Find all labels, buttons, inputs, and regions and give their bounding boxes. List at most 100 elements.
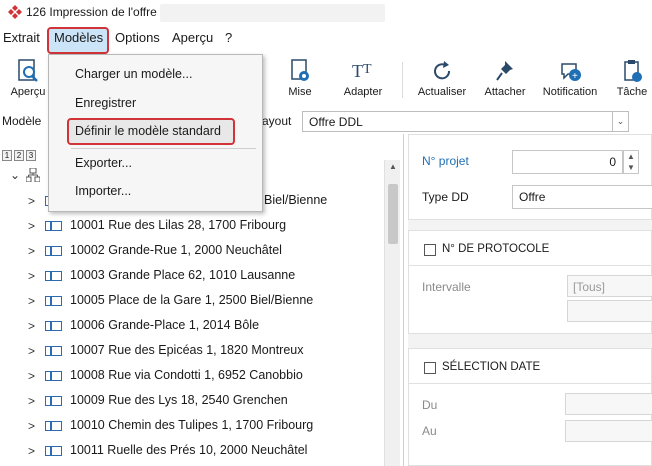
- type-select[interactable]: Offre: [512, 185, 652, 209]
- toolbar-page-setup-label: Mise: [288, 86, 312, 98]
- menu-item-charger[interactable]: Charger un modèle...: [75, 67, 192, 81]
- divider: [409, 265, 652, 266]
- tree-row-label: 10005 Place de la Gare 1, 2500 Biel/Bien…: [70, 293, 314, 307]
- app-logo-icon: [8, 5, 22, 19]
- tree-row[interactable]: > 10001 Rue des Lilas 28, 1700 Fribourg: [0, 213, 384, 238]
- address-card-icon: [45, 246, 62, 256]
- layout-select[interactable]: Offre DDL ⌄: [302, 111, 629, 132]
- menu-apercu[interactable]: Aperçu: [172, 30, 213, 45]
- tree-row-label: 10007 Rue des Epicéas 1, 1820 Montreux: [70, 343, 304, 357]
- tree-row-label: 10002 Grande-Rue 1, 2000 Neuchâtel: [70, 243, 282, 257]
- chevron-down-icon[interactable]: ⌄: [612, 112, 628, 131]
- menu-separator: [71, 148, 256, 149]
- date-panel: SÉLECTION DATE Du Au: [408, 348, 652, 466]
- chevron-right-icon[interactable]: >: [28, 444, 35, 458]
- toolbar-refresh-button[interactable]: Actualiser: [414, 54, 470, 98]
- protocole-title: N° DE PROTOCOLE: [442, 243, 550, 255]
- toolbar-task-button[interactable]: Tâche: [612, 54, 652, 98]
- chevron-right-icon[interactable]: >: [28, 319, 35, 333]
- au-date-input[interactable]: [565, 420, 652, 442]
- menu-bar: Extrait Modèles Options Aperçu ?: [0, 26, 652, 50]
- address-card-icon: [45, 221, 62, 231]
- du-label: Du: [422, 398, 438, 412]
- projet-label: N° projet: [422, 154, 469, 168]
- svg-text:T: T: [352, 61, 363, 81]
- intervalle-label: Intervalle: [422, 280, 471, 294]
- tree-row-label: 10008 Rue via Condotti 1, 6952 Canobbio: [70, 368, 303, 382]
- toolbar-adapt-button[interactable]: T T Adapter: [340, 54, 386, 98]
- du-date-input[interactable]: [565, 393, 652, 415]
- tree-row[interactable]: > 10008 Rue via Condotti 1, 6952 Canobbi…: [0, 363, 384, 388]
- tree-row[interactable]: > 10011 Ruelle des Prés 10, 2000 Neuchât…: [0, 438, 384, 463]
- protocole-checkbox[interactable]: [424, 244, 436, 256]
- toolbar-preview-label: Aperçu: [10, 86, 46, 98]
- address-card-icon: [45, 371, 62, 381]
- toolbar-adapt-label: Adapter: [343, 86, 383, 98]
- chevron-right-icon[interactable]: >: [28, 244, 35, 258]
- tree-row[interactable]: > 10010 Chemin des Tulipes 1, 1700 Fribo…: [0, 413, 384, 438]
- hierarchy-icon: [26, 168, 40, 182]
- level-buttons: 123: [2, 147, 38, 161]
- chevron-right-icon[interactable]: >: [28, 294, 35, 308]
- toolbar-notification-button[interactable]: + Notification: [540, 54, 600, 98]
- menu-item-enregistrer[interactable]: Enregistrer: [75, 96, 136, 110]
- menu-item-importer[interactable]: Importer...: [75, 184, 131, 198]
- tree-row-label: 10001 Rue des Lilas 28, 1700 Fribourg: [70, 218, 287, 232]
- address-card-icon: [45, 321, 62, 331]
- filter-panel: N° projet 0 ▲ ▼ Type DD Offre N° DE PROTO…: [408, 134, 652, 466]
- tree-scrollbar[interactable]: ▲: [384, 160, 400, 466]
- chevron-right-icon[interactable]: >: [28, 369, 35, 383]
- tree-row[interactable]: > 10007 Rue des Epicéas 1, 1820 Montreux: [0, 338, 384, 363]
- menu-modeles[interactable]: Modèles: [54, 30, 103, 45]
- intervalle-select[interactable]: [Tous]: [567, 275, 652, 297]
- panel-splitter[interactable]: [403, 134, 404, 466]
- toolbar-refresh-label: Actualiser: [417, 86, 467, 98]
- tree-row[interactable]: > 10003 Grande Place 62, 1010 Lausanne: [0, 263, 384, 288]
- toolbar-notification-label: Notification: [542, 86, 598, 98]
- chevron-right-icon[interactable]: >: [28, 194, 35, 208]
- toolbar-preview-button[interactable]: Aperçu: [8, 54, 48, 98]
- address-card-icon: [45, 346, 62, 356]
- menu-options[interactable]: Options: [115, 30, 160, 45]
- svg-text:T: T: [363, 62, 372, 77]
- task-icon: [624, 60, 642, 82]
- menu-extrait[interactable]: Extrait: [3, 30, 40, 45]
- protocole-panel: N° DE PROTOCOLE Intervalle [Tous]: [408, 230, 652, 334]
- au-label: Au: [422, 424, 437, 438]
- chevron-right-icon[interactable]: >: [28, 419, 35, 433]
- scroll-up-arrow-icon[interactable]: ▲: [385, 162, 401, 176]
- tree-row[interactable]: > 10005 Place de la Gare 1, 2500 Biel/Bi…: [0, 288, 384, 313]
- toolbar-page-setup-button[interactable]: Mise: [280, 54, 320, 98]
- projet-input[interactable]: 0: [512, 150, 623, 174]
- scroll-thumb[interactable]: [388, 184, 398, 244]
- address-card-icon: [45, 271, 62, 281]
- intervalle-range-input[interactable]: [567, 300, 652, 322]
- layout-select-value: Offre DDL: [309, 115, 363, 129]
- text-adapt-icon: T T: [352, 61, 372, 81]
- tree-row[interactable]: > 10006 Grande-Place 1, 2014 Bôle: [0, 313, 384, 338]
- tree-row[interactable]: > 10009 Rue des Lys 18, 2540 Grenchen: [0, 388, 384, 413]
- notification-icon: +: [561, 63, 581, 82]
- menu-help[interactable]: ?: [225, 30, 232, 45]
- chevron-down-icon[interactable]: ⌄: [10, 168, 20, 182]
- tree-row-label: 10009 Rue des Lys 18, 2540 Grenchen: [70, 393, 288, 407]
- title-redacted: [160, 4, 385, 22]
- pin-icon: [496, 61, 513, 81]
- tree-row-label: 10006 Grande-Place 1, 2014 Bôle: [70, 318, 260, 332]
- projet-stepper[interactable]: ▲ ▼: [623, 150, 639, 174]
- chevron-right-icon[interactable]: >: [28, 394, 35, 408]
- chevron-right-icon[interactable]: >: [28, 269, 35, 283]
- refresh-icon: [434, 61, 451, 80]
- address-card-icon: [45, 296, 62, 306]
- window-title: 126 Impression de l'offre: [26, 5, 157, 19]
- projet-input-value: 0: [609, 155, 616, 169]
- menu-item-definir-standard[interactable]: Définir le modèle standard: [75, 124, 221, 138]
- project-panel: N° projet 0 ▲ ▼ Type DD Offre: [408, 134, 652, 220]
- date-checkbox[interactable]: [424, 362, 436, 374]
- modeles-dropdown-menu: Charger un modèle... Enregistrer Définir…: [48, 54, 263, 212]
- toolbar-pin-button[interactable]: Attacher: [480, 54, 530, 98]
- chevron-right-icon[interactable]: >: [28, 344, 35, 358]
- tree-row[interactable]: > 10002 Grande-Rue 1, 2000 Neuchâtel: [0, 238, 384, 263]
- chevron-right-icon[interactable]: >: [28, 219, 35, 233]
- menu-item-exporter[interactable]: Exporter...: [75, 156, 132, 170]
